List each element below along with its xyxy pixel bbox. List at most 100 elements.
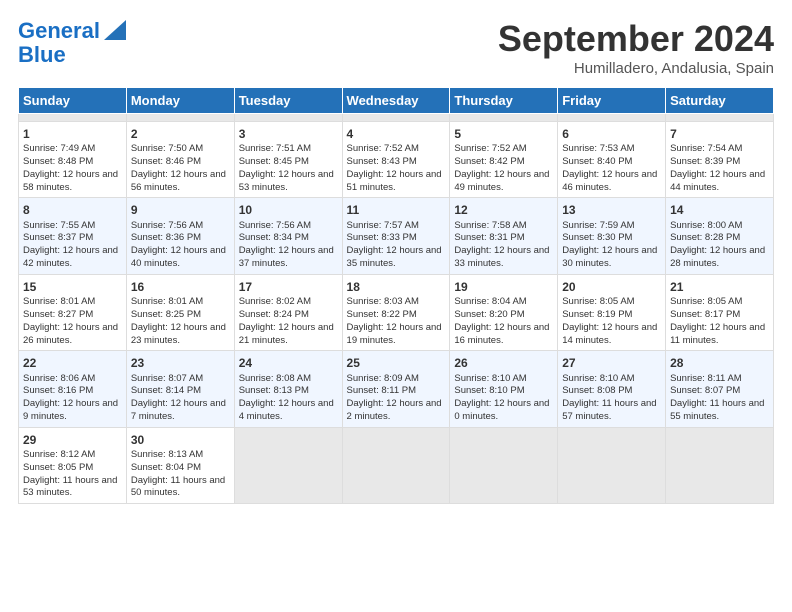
sunrise-text: Sunrise: 8:07 AM xyxy=(131,373,230,386)
calendar-cell: 30Sunrise: 8:13 AMSunset: 8:04 PMDayligh… xyxy=(126,427,234,503)
sunrise-text: Sunrise: 8:03 AM xyxy=(347,296,446,309)
calendar-cell xyxy=(342,427,450,503)
daylight-text: Daylight: 12 hours and 44 minutes. xyxy=(670,169,769,195)
logo-line2: Blue xyxy=(18,43,66,67)
calendar-week-row: 29Sunrise: 8:12 AMSunset: 8:05 PM Dayligh… xyxy=(19,427,774,503)
sunrise-text: Sunrise: 8:01 AM xyxy=(131,296,230,309)
daylight-text: Daylight: 12 hours and 7 minutes. xyxy=(131,398,230,424)
day-number: 14 xyxy=(670,202,769,218)
sunset-text: Sunset: 8:36 PM xyxy=(131,232,230,245)
day-number: 4 xyxy=(347,126,446,142)
daylight-text: Daylight: 12 hours and 23 minutes. xyxy=(131,322,230,348)
day-number: 26 xyxy=(454,355,553,371)
sunset-text: Sunset: 8:13 PM xyxy=(239,385,338,398)
calendar-cell xyxy=(450,427,558,503)
daylight-text: Daylight: 12 hours and 2 minutes. xyxy=(347,398,446,424)
calendar-cell: 11Sunrise: 7:57 AMSunset: 8:33 PMDayligh… xyxy=(342,198,450,274)
calendar-week-row xyxy=(19,114,774,122)
calendar-cell xyxy=(234,427,342,503)
header: General Blue September 2024 Humilladero,… xyxy=(18,18,774,77)
daylight-text: Daylight: 12 hours and 46 minutes. xyxy=(562,169,661,195)
sunrise-text: Sunrise: 8:01 AM xyxy=(23,296,122,309)
sunset-text: Sunset: 8:48 PM xyxy=(23,156,122,169)
calendar-week-row: 15Sunrise: 8:01 AMSunset: 8:27 PMDayligh… xyxy=(19,274,774,350)
day-number: 6 xyxy=(562,126,661,142)
sunrise-text: Sunrise: 8:04 AM xyxy=(454,296,553,309)
day-number: 17 xyxy=(239,279,338,295)
calendar-cell xyxy=(666,114,774,122)
day-number: 27 xyxy=(562,355,661,371)
sunset-text: Sunset: 8:05 PM xyxy=(23,462,122,475)
calendar-week-row: 1Sunrise: 7:49 AMSunset: 8:48 PMDaylight… xyxy=(19,122,774,198)
sunset-text: Sunset: 8:11 PM xyxy=(347,385,446,398)
day-number: 20 xyxy=(562,279,661,295)
day-number: 15 xyxy=(23,279,122,295)
sunrise-text: Sunrise: 7:51 AM xyxy=(239,143,338,156)
day-number: 8 xyxy=(23,202,122,218)
calendar-week-row: 22 Sunrise: 8:06 AMSunset: 8:16 PM Dayligh… xyxy=(19,351,774,427)
calendar-cell: 18Sunrise: 8:03 AMSunset: 8:22 PMDayligh… xyxy=(342,274,450,350)
sunrise-text: Sunrise: 7:53 AM xyxy=(562,143,661,156)
calendar-cell: 7Sunrise: 7:54 AMSunset: 8:39 PMDaylight… xyxy=(666,122,774,198)
day-number: 11 xyxy=(347,202,446,218)
daylight-text: Daylight: 12 hours and 51 minutes. xyxy=(347,169,446,195)
sunset-text: Sunset: 8:16 PM xyxy=(23,385,122,398)
day-number: 12 xyxy=(454,202,553,218)
sunrise-text: Sunrise: 7:54 AM xyxy=(670,143,769,156)
day-number: 30 xyxy=(131,432,230,448)
calendar-cell: 4Sunrise: 7:52 AMSunset: 8:43 PMDaylight… xyxy=(342,122,450,198)
day-number: 22 xyxy=(23,355,122,371)
calendar-cell xyxy=(558,114,666,122)
calendar-week-row: 8Sunrise: 7:55 AMSunset: 8:37 PMDaylight… xyxy=(19,198,774,274)
sunset-text: Sunset: 8:30 PM xyxy=(562,232,661,245)
calendar-cell: 16Sunrise: 8:01 AMSunset: 8:25 PMDayligh… xyxy=(126,274,234,350)
sunset-text: Sunset: 8:19 PM xyxy=(562,309,661,322)
col-sunday: Sunday xyxy=(19,88,127,114)
calendar-cell: 22Sunrise: 8:06 AMSunset: 8:16 PMDayligh… xyxy=(19,351,127,427)
calendar-cell: 9Sunrise: 7:56 AMSunset: 8:36 PMDaylight… xyxy=(126,198,234,274)
sunrise-text: Sunrise: 8:13 AM xyxy=(131,449,230,462)
col-saturday: Saturday xyxy=(666,88,774,114)
sunset-text: Sunset: 8:14 PM xyxy=(131,385,230,398)
calendar-cell xyxy=(126,114,234,122)
sunset-text: Sunset: 8:17 PM xyxy=(670,309,769,322)
day-number: 16 xyxy=(131,279,230,295)
calendar-cell: 3Sunrise: 7:51 AMSunset: 8:45 PMDaylight… xyxy=(234,122,342,198)
sunset-text: Sunset: 8:04 PM xyxy=(131,462,230,475)
calendar-cell: 8Sunrise: 7:55 AMSunset: 8:37 PMDaylight… xyxy=(19,198,127,274)
day-number: 19 xyxy=(454,279,553,295)
sunrise-text: Sunrise: 8:10 AM xyxy=(562,373,661,386)
daylight-text: Daylight: 12 hours and 58 minutes. xyxy=(23,169,122,195)
location: Humilladero, Andalusia, Spain xyxy=(498,60,774,77)
sunrise-text: Sunrise: 8:05 AM xyxy=(670,296,769,309)
page: General Blue September 2024 Humilladero,… xyxy=(0,0,792,514)
logo: General Blue xyxy=(18,18,126,67)
sunrise-text: Sunrise: 7:52 AM xyxy=(347,143,446,156)
calendar-cell: 24Sunrise: 8:08 AMSunset: 8:13 PMDayligh… xyxy=(234,351,342,427)
sunset-text: Sunset: 8:42 PM xyxy=(454,156,553,169)
daylight-text: Daylight: 12 hours and 35 minutes. xyxy=(347,245,446,271)
sunset-text: Sunset: 8:20 PM xyxy=(454,309,553,322)
sunset-text: Sunset: 8:43 PM xyxy=(347,156,446,169)
sunrise-text: Sunrise: 7:58 AM xyxy=(454,220,553,233)
day-number: 29 xyxy=(23,432,122,448)
sunset-text: Sunset: 8:37 PM xyxy=(23,232,122,245)
daylight-text: Daylight: 12 hours and 21 minutes. xyxy=(239,322,338,348)
col-thursday: Thursday xyxy=(450,88,558,114)
sunset-text: Sunset: 8:34 PM xyxy=(239,232,338,245)
sunset-text: Sunset: 8:07 PM xyxy=(670,385,769,398)
day-number: 10 xyxy=(239,202,338,218)
daylight-text: Daylight: 12 hours and 40 minutes. xyxy=(131,245,230,271)
sunrise-text: Sunrise: 8:06 AM xyxy=(23,373,122,386)
sunset-text: Sunset: 8:33 PM xyxy=(347,232,446,245)
daylight-text: Daylight: 12 hours and 14 minutes. xyxy=(562,322,661,348)
day-number: 18 xyxy=(347,279,446,295)
daylight-text: Daylight: 11 hours and 50 minutes. xyxy=(131,475,230,501)
sunrise-text: Sunrise: 8:12 AM xyxy=(23,449,122,462)
calendar-cell: 10Sunrise: 7:56 AMSunset: 8:34 PMDayligh… xyxy=(234,198,342,274)
day-number: 23 xyxy=(131,355,230,371)
calendar-cell: 29Sunrise: 8:12 AMSunset: 8:05 PMDayligh… xyxy=(19,427,127,503)
col-friday: Friday xyxy=(558,88,666,114)
calendar-cell: 14Sunrise: 8:00 AMSunset: 8:28 PMDayligh… xyxy=(666,198,774,274)
col-tuesday: Tuesday xyxy=(234,88,342,114)
